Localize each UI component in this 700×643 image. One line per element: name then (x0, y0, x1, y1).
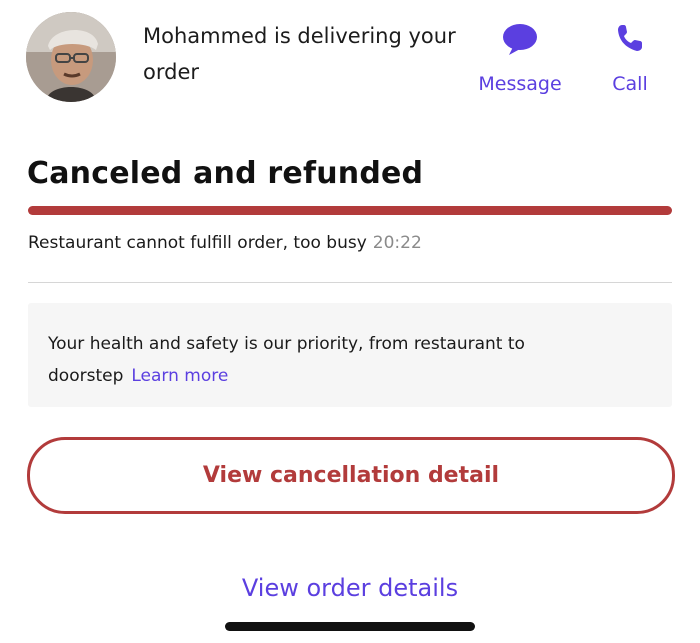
driver-avatar (26, 12, 116, 102)
message-label: Message (478, 73, 562, 95)
safety-notice-text: Your health and safety is our priority, … (48, 334, 525, 386)
status-progress-bar (28, 206, 672, 215)
chat-bubble-icon (468, 22, 572, 56)
divider (28, 282, 672, 283)
status-timestamp: 20:22 (372, 233, 422, 253)
message-button[interactable]: Message (468, 22, 572, 96)
call-label: Call (612, 73, 648, 95)
status-reason-text: Restaurant cannot fulfill order, too bus… (28, 233, 367, 253)
home-indicator[interactable] (225, 622, 475, 631)
view-cancellation-detail-button[interactable]: View cancellation detail (27, 437, 675, 514)
driver-status-text: Mohammed is delivering your order (143, 24, 456, 84)
view-order-details-link[interactable]: View order details (0, 574, 700, 602)
driver-photo-icon (26, 12, 116, 102)
order-status-title: Canceled and refunded (27, 156, 424, 191)
call-button[interactable]: Call (592, 22, 668, 96)
phone-icon (592, 22, 668, 56)
safety-notice: Your health and safety is our priority, … (48, 328, 628, 392)
safety-notice-card: Your health and safety is our priority, … (28, 303, 672, 407)
learn-more-link[interactable]: Learn more (131, 366, 228, 386)
order-status-screen: Mohammed is delivering your order Messag… (0, 0, 700, 643)
status-reason: Restaurant cannot fulfill order, too bus… (28, 230, 422, 256)
